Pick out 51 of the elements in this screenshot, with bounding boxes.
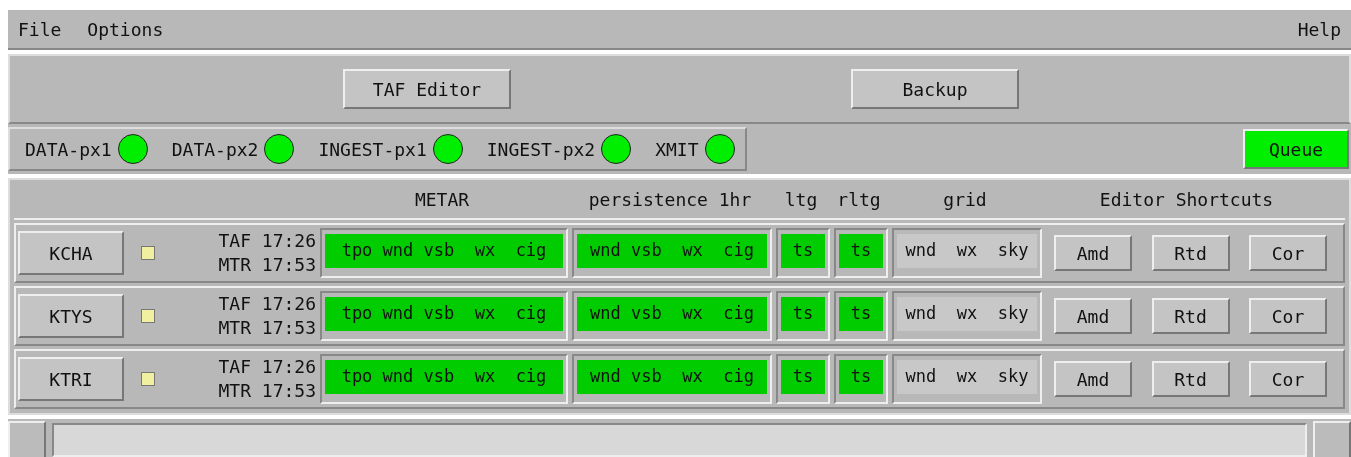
status-cell: ts [839,234,883,268]
server-label: DATA-px2 [171,138,259,160]
status-cell: tpo wnd vsb wx cig [325,234,563,268]
server-label: INGEST-px1 [318,138,427,160]
taf-time: TAF 17:26 [218,229,316,253]
server-label: DATA-px1 [25,138,112,160]
status-cell: wnd vsb wx cig [577,360,767,394]
shortcut-button[interactable]: Rtd [1151,361,1230,397]
column-header: rltg [836,188,882,210]
column-header: ltg [783,188,819,210]
status-cell: wnd vsb wx cig [577,297,767,331]
menu-item[interactable]: Options [87,18,164,40]
status-cell: wnd wx sky [897,360,1037,394]
station-button[interactable]: KTYS [18,294,124,338]
shortcut-button[interactable]: Rtd [1151,235,1230,271]
menu-item[interactable]: Help [1297,18,1341,40]
queue-button[interactable]: Queue [1243,129,1349,169]
column-header: Editor Shortcuts [1098,188,1275,210]
column-header: METAR [413,188,471,210]
column-header: grid [942,188,988,210]
toolbar-button[interactable]: TAF Editor [343,69,511,109]
shortcut-button[interactable]: Cor [1249,298,1327,334]
shortcut-button[interactable]: Amd [1054,298,1132,334]
metar-time: MTR 17:53 [218,253,316,277]
shortcut-button[interactable]: Cor [1249,235,1327,271]
taf-time: TAF 17:26 [218,355,316,379]
status-cell: ts [781,360,825,394]
status-cell: wnd vsb wx cig [577,234,767,268]
shortcut-button[interactable]: Amd [1054,235,1132,271]
status-cell: ts [839,360,883,394]
metar-time: MTR 17:53 [218,379,316,403]
shortcut-button[interactable]: Rtd [1151,298,1230,334]
scroll-track[interactable] [52,423,1307,457]
toolbar-button[interactable]: Backup [851,69,1019,109]
status-cell: wnd wx sky [897,297,1037,331]
column-header: persistence 1hr [587,188,753,210]
taf-time: TAF 17:26 [218,292,316,316]
server-label: INGEST-px2 [486,138,596,160]
menu-item[interactable]: File [18,18,62,40]
station-button[interactable]: KCHA [18,231,124,275]
status-cell: tpo wnd vsb wx cig [325,297,563,331]
station-button[interactable]: KTRI [18,357,124,401]
status-cell: wnd wx sky [897,234,1037,268]
shortcut-button[interactable]: Cor [1249,361,1327,397]
server-label: XMIT [655,138,699,160]
metar-time: MTR 17:53 [218,316,316,340]
shortcut-button[interactable]: Amd [1054,361,1132,397]
status-cell: ts [839,297,883,331]
status-cell: tpo wnd vsb wx cig [325,360,563,394]
status-cell: ts [781,297,825,331]
status-cell: ts [781,234,825,268]
